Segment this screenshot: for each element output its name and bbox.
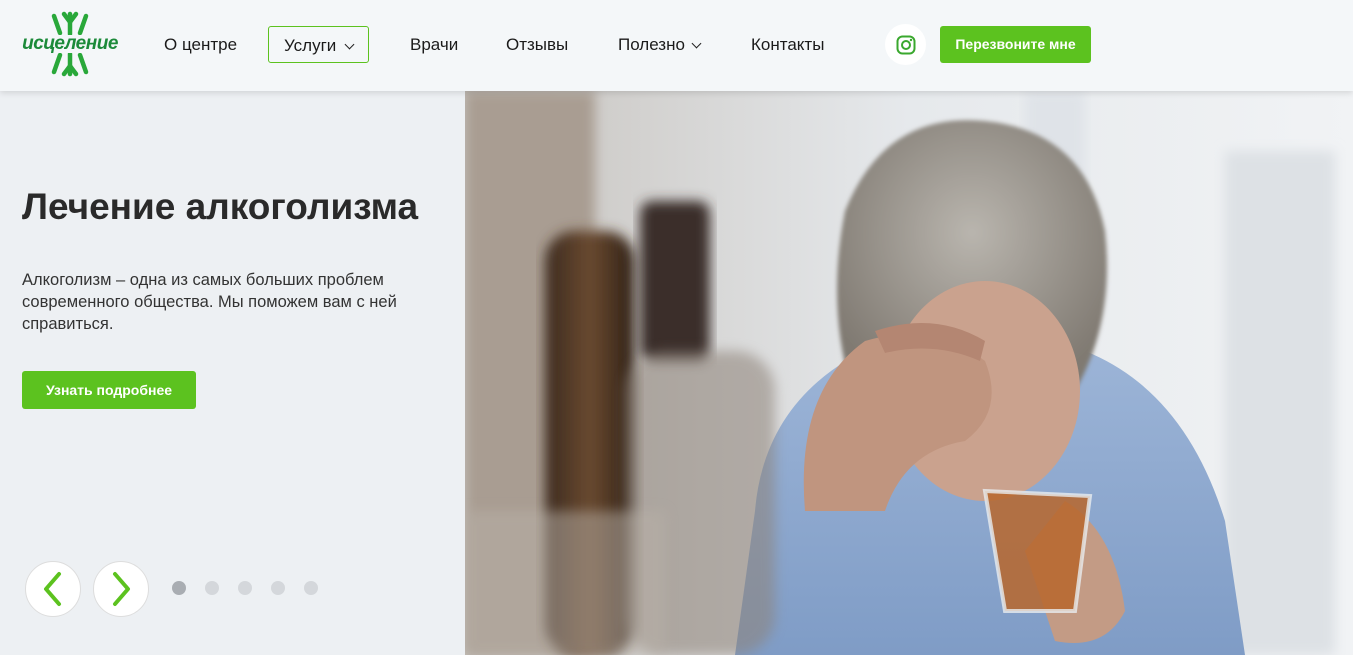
nav-about[interactable]: О центре — [164, 26, 237, 63]
instagram-link[interactable] — [885, 24, 926, 65]
logo[interactable]: исцеление — [20, 8, 120, 80]
nav-useful[interactable]: Полезно — [618, 26, 702, 63]
callback-button[interactable]: Перезвоните мне — [940, 26, 1091, 63]
nav-reviews[interactable]: Отзывы — [506, 26, 568, 63]
logo-text: исцеление — [20, 34, 120, 53]
hero-photo-man-with-glass — [465, 91, 1353, 655]
slider-dots — [172, 581, 318, 595]
hero-text-panel: Лечение алкоголизма Алкоголизм – одна из… — [0, 91, 465, 655]
nav-services-label: Услуги — [284, 36, 337, 55]
slider-dot[interactable] — [172, 581, 186, 595]
nav-useful-label: Полезно — [618, 35, 685, 54]
chevron-down-icon — [691, 38, 702, 49]
nav-services[interactable]: Услуги — [268, 26, 370, 63]
hero-image — [465, 91, 1353, 655]
instagram-icon — [896, 35, 915, 54]
chevron-left-icon — [44, 572, 61, 606]
nav-contacts[interactable]: Контакты — [751, 26, 824, 63]
chevron-right-icon — [113, 572, 130, 606]
slider-dot[interactable] — [304, 581, 318, 595]
slider-dot[interactable] — [205, 581, 219, 595]
slider-dot[interactable] — [238, 581, 252, 595]
slider-prev-button[interactable] — [25, 561, 81, 617]
hero-description: Алкоголизм – одна из самых больших пробл… — [22, 271, 397, 333]
chevron-down-icon — [344, 39, 355, 50]
slider-next-button[interactable] — [93, 561, 149, 617]
nav-doctors[interactable]: Врачи — [410, 26, 458, 63]
hero-title: Лечение алкоголизма — [22, 186, 419, 227]
site-header: исцеление О центре Услуги Врачи Отзывы П… — [0, 0, 1353, 91]
slider-dot[interactable] — [271, 581, 285, 595]
learn-more-button[interactable]: Узнать подробнее — [22, 371, 196, 409]
